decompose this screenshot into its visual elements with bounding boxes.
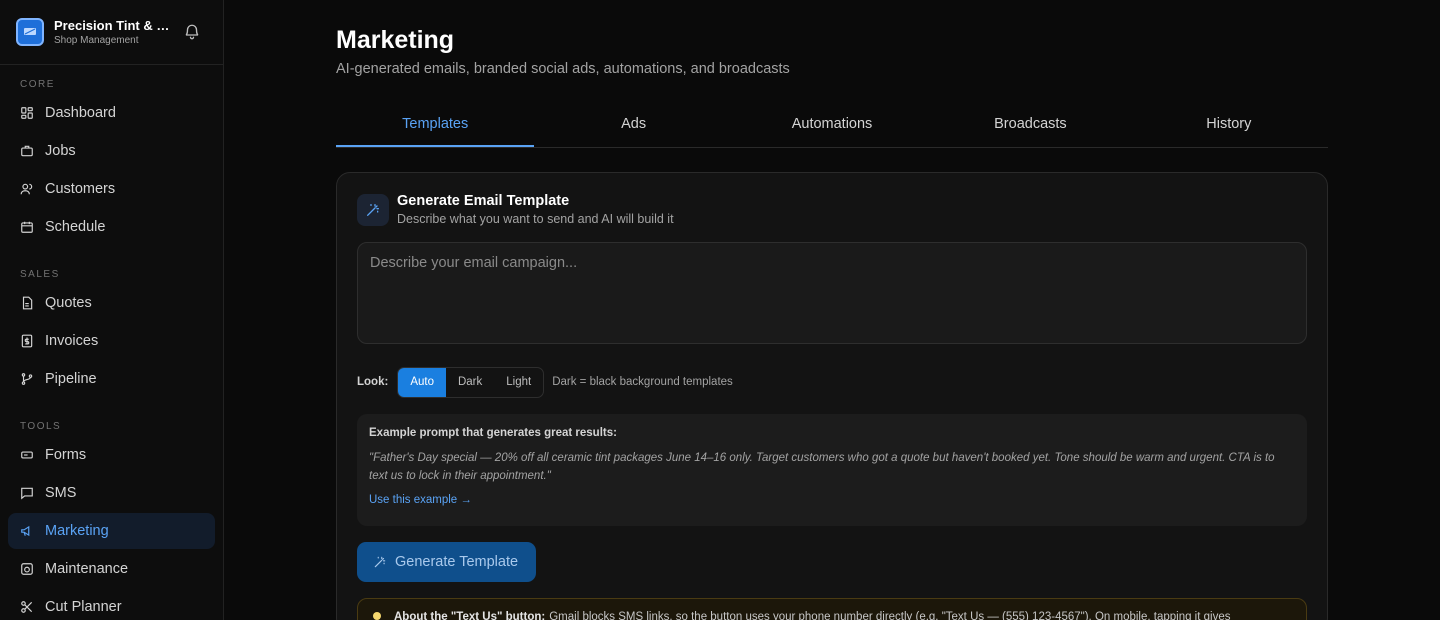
bell-icon[interactable]	[183, 23, 201, 41]
message-icon	[21, 487, 33, 500]
campaign-description-input[interactable]: Describe your email campaign...	[357, 242, 1307, 344]
sidebar-item-label: Forms	[45, 447, 87, 463]
sidebar-item-label: Quotes	[45, 295, 92, 311]
page-subtitle: AI-generated emails, branded social ads,…	[336, 61, 790, 77]
look-selector: Auto Dark Light	[397, 366, 545, 398]
megaphone-icon	[21, 525, 30, 537]
sidebar-item-schedule[interactable]: Schedule	[8, 209, 215, 245]
page-title: Marketing	[336, 26, 455, 54]
calendar-icon	[21, 221, 33, 233]
brand-name: Precision Tint & Wrap	[54, 18, 172, 33]
magic-wand-icon	[357, 193, 389, 226]
sidebar-item-marketing[interactable]: Marketing	[8, 513, 215, 549]
look-option-dark[interactable]: Dark	[446, 368, 494, 397]
tab-broadcasts[interactable]: Broadcasts	[931, 103, 1129, 147]
sidebar-item-label: Customers	[45, 181, 116, 197]
look-option-auto[interactable]: Auto	[398, 367, 446, 397]
tab-templates[interactable]: Templates	[336, 103, 535, 147]
git-branch-icon	[21, 373, 33, 385]
example-title: Example prompt that generates great resu…	[369, 427, 617, 439]
sidebar-item-label: Maintenance	[45, 561, 129, 577]
sidebar-item-customers[interactable]: Customers	[8, 171, 215, 207]
section-label-tools: TOOLS	[20, 421, 62, 432]
grid-icon	[21, 107, 33, 119]
generate-template-button[interactable]: Generate Template	[357, 542, 536, 582]
sidebar-item-label: Invoices	[45, 333, 99, 349]
sidebar-item-forms[interactable]: Forms	[8, 437, 215, 473]
sidebar-item-label: Jobs	[45, 143, 76, 159]
sidebar-item-label: SMS	[45, 485, 77, 501]
briefcase-icon	[21, 145, 33, 157]
example-prompt-box: Example prompt that generates great resu…	[357, 414, 1307, 526]
scissors-icon	[21, 601, 33, 613]
note-text: Gmail blocks SMS links, so the button us…	[549, 611, 1231, 620]
sidebar-item-label: Pipeline	[45, 371, 97, 387]
look-option-light[interactable]: Light	[494, 368, 543, 397]
main-content: Marketing AI-generated emails, branded s…	[224, 0, 1440, 620]
sidebar-item-label: Dashboard	[45, 105, 116, 121]
section-label-sales: SALES	[20, 269, 60, 280]
section-label-core: CORE	[20, 79, 55, 90]
form-icon	[21, 451, 33, 459]
tab-automations[interactable]: Automations	[733, 103, 931, 147]
tab-history[interactable]: History	[1130, 103, 1328, 147]
note-heading: About the "Text Us" button:	[394, 611, 546, 620]
sidebar-item-label: Cut Planner	[45, 599, 122, 615]
lightbulb-icon	[373, 612, 381, 620]
card-subtitle: Describe what you want to send and AI wi…	[397, 212, 674, 226]
example-body: "Father's Day special — 20% off all cera…	[369, 452, 1275, 482]
sidebar-item-sms[interactable]: SMS	[8, 475, 215, 511]
sidebar-item-invoices[interactable]: Invoices	[8, 323, 215, 359]
sidebar-item-dashboard[interactable]: Dashboard	[8, 95, 215, 131]
use-example-link[interactable]: Use this example →	[369, 494, 1295, 506]
maintenance-icon	[21, 563, 33, 575]
users-icon	[20, 183, 33, 195]
tab-ads[interactable]: Ads	[534, 103, 732, 147]
look-label: Look:	[357, 376, 389, 388]
sidebar-item-pipeline[interactable]: Pipeline	[8, 361, 215, 397]
sidebar-item-maintenance[interactable]: Maintenance	[8, 551, 215, 587]
tab-bar: Templates Ads Automations Broadcasts His…	[336, 103, 1328, 148]
document-icon	[22, 296, 33, 310]
brand-header: Precision Tint & Wrap Shop Management	[0, 0, 223, 65]
look-hint: Dark = black background templates	[552, 376, 733, 388]
brand-logo-icon	[16, 18, 44, 46]
receipt-icon	[21, 334, 33, 348]
text-us-info-note: About the "Text Us" button: Gmail blocks…	[357, 598, 1307, 620]
sidebar: Precision Tint & Wrap Shop Management CO…	[0, 0, 224, 620]
sidebar-item-quotes[interactable]: Quotes	[8, 285, 215, 321]
generate-template-card: Generate Email Template Describe what yo…	[336, 172, 1328, 620]
card-title: Generate Email Template	[397, 193, 570, 209]
magic-wand-icon	[374, 556, 386, 568]
sidebar-item-jobs[interactable]: Jobs	[8, 133, 215, 169]
sidebar-item-label: Schedule	[45, 219, 106, 235]
generate-button-label: Generate Template	[395, 554, 519, 570]
brand-subtitle: Shop Management	[54, 35, 139, 46]
app-root: Precision Tint & Wrap Shop Management CO…	[0, 0, 1440, 620]
sidebar-item-cut-planner[interactable]: Cut Planner	[8, 589, 215, 620]
sidebar-item-label: Marketing	[45, 523, 109, 539]
